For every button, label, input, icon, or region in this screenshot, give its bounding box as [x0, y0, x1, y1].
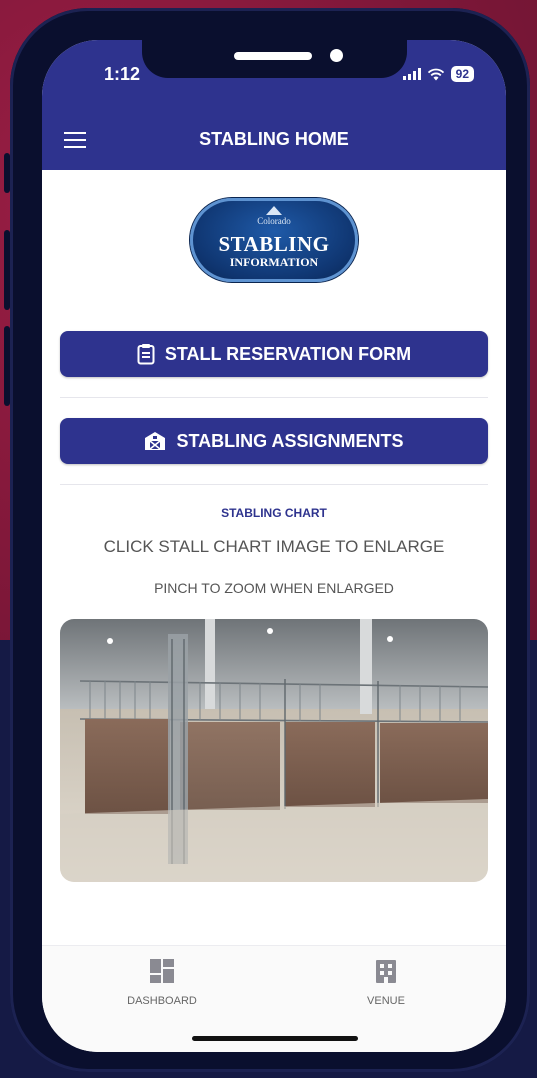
dashboard-grid-icon: [150, 959, 174, 983]
home-indicator[interactable]: [192, 1036, 358, 1041]
logo-stabling-text: STABLING: [218, 232, 330, 256]
wifi-icon: [427, 68, 444, 80]
signal-icon: [402, 68, 421, 80]
stabling-assignments-button[interactable]: STABLING ASSIGNMENTS: [60, 418, 488, 464]
logo-information-text: INFORMATION: [229, 255, 319, 269]
app-screen: 1:12 92 STABLING HOME Colorado STABLING …: [42, 40, 506, 1052]
mute-switch: [4, 153, 10, 193]
stall-photo: [60, 619, 488, 882]
stall-reservation-form-button[interactable]: STALL RESERVATION FORM: [60, 331, 488, 377]
stabling-assignments-label: STABLING ASSIGNMENTS: [176, 430, 404, 451]
divider: [60, 484, 488, 485]
tab-venue[interactable]: VENUE: [326, 958, 446, 1007]
status-icons: 92: [402, 66, 474, 82]
stabling-chart-heading: STABLING CHART: [221, 506, 327, 520]
stabling-information-logo: Colorado STABLING INFORMATION: [190, 198, 358, 282]
enlarge-instruction: CLICK STALL CHART IMAGE TO ENLARGE: [103, 537, 445, 556]
app-header: 1:12 92 STABLING HOME: [42, 40, 506, 170]
volume-down-button: [4, 326, 10, 406]
logo-colorado-text: Colorado: [257, 216, 291, 226]
tab-dashboard-label: DASHBOARD: [127, 995, 197, 1007]
zoom-hint: PINCH TO ZOOM WHEN ENLARGED: [154, 580, 394, 596]
device-notch: [142, 40, 407, 78]
mountain-icon: [266, 206, 282, 215]
page-title: STABLING HOME: [199, 129, 349, 149]
stall-chart-image[interactable]: [60, 619, 488, 882]
barn-icon: [145, 432, 166, 450]
stall-reservation-label: STALL RESERVATION FORM: [164, 343, 412, 364]
tab-venue-label: VENUE: [367, 995, 405, 1007]
clipboard-icon: [137, 344, 155, 365]
front-camera: [330, 49, 343, 62]
tab-dashboard[interactable]: DASHBOARD: [102, 958, 222, 1007]
divider: [60, 397, 488, 398]
status-time: 1:12: [104, 64, 141, 84]
building-icon: [376, 960, 396, 983]
battery-indicator: 92: [450, 66, 474, 82]
speaker-grille: [234, 52, 312, 60]
volume-up-button: [4, 230, 10, 310]
